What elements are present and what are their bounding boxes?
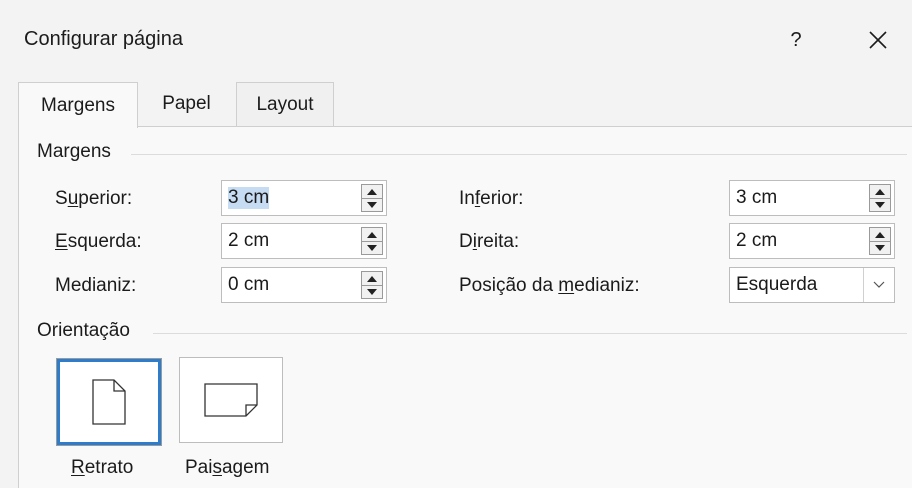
inferior-label: Inferior:	[459, 188, 524, 209]
triangle-down-icon	[875, 244, 885, 251]
help-icon: ?	[790, 28, 802, 51]
tab-panel-margens: Margens Superior: 3 cm Inferior: 3 cm Es…	[18, 126, 912, 488]
chevron-down-icon	[873, 281, 885, 288]
inferior-value[interactable]: 3 cm	[736, 187, 777, 209]
portrait-button[interactable]	[56, 358, 162, 446]
dialog-title: Configurar página	[24, 28, 183, 50]
triangle-down-icon	[367, 201, 377, 208]
direita-value[interactable]: 2 cm	[736, 230, 777, 252]
superior-spinner[interactable]: 3 cm	[221, 180, 387, 216]
superior-increment[interactable]	[362, 185, 382, 199]
medianiz-decrement[interactable]	[362, 285, 382, 298]
esquerda-label: Esquerda:	[55, 231, 142, 252]
medianiz-spin-arrows	[361, 271, 383, 299]
direita-label: Direita:	[459, 231, 520, 252]
direita-increment[interactable]	[870, 228, 890, 242]
superior-value[interactable]: 3 cm	[228, 187, 270, 209]
triangle-up-icon	[875, 188, 885, 195]
close-button[interactable]	[858, 20, 898, 60]
esquerda-value[interactable]: 2 cm	[228, 230, 269, 252]
medianiz-value[interactable]: 0 cm	[228, 274, 269, 296]
esquerda-spinner[interactable]: 2 cm	[221, 223, 387, 259]
esquerda-increment[interactable]	[362, 228, 382, 242]
direita-decrement[interactable]	[870, 241, 890, 254]
inferior-increment[interactable]	[870, 185, 890, 199]
portrait-label: Retrato	[71, 457, 134, 478]
landscape-button[interactable]	[179, 357, 283, 443]
orientation-group-divider	[153, 333, 907, 334]
triangle-up-icon	[367, 275, 377, 282]
margins-group-label: Margens	[37, 141, 111, 162]
superior-label: Superior:	[55, 188, 133, 209]
triangle-down-icon	[875, 201, 885, 208]
direita-spin-arrows	[869, 227, 891, 255]
medianiz-increment[interactable]	[362, 272, 382, 286]
inferior-decrement[interactable]	[870, 198, 890, 211]
tab-margens[interactable]: Margens	[18, 82, 138, 128]
esquerda-decrement[interactable]	[362, 241, 382, 254]
triangle-up-icon	[875, 231, 885, 238]
medianiz-label: Medianiz:	[55, 275, 137, 296]
medianiz-spinner[interactable]: 0 cm	[221, 267, 387, 303]
tab-layout[interactable]: Layout	[236, 82, 334, 126]
triangle-down-icon	[367, 288, 377, 295]
landscape-page-icon	[204, 383, 258, 417]
superior-spin-arrows	[361, 184, 383, 212]
dropdown-button[interactable]	[863, 268, 894, 302]
triangle-down-icon	[367, 244, 377, 251]
landscape-label: Paisagem	[185, 457, 270, 478]
inferior-spinner[interactable]: 3 cm	[729, 180, 895, 216]
triangle-up-icon	[367, 188, 377, 195]
title-bar: Configurar página ?	[0, 0, 912, 78]
posicao-medianiz-label: Posição da medianiz:	[459, 275, 640, 296]
esquerda-spin-arrows	[361, 227, 383, 255]
direita-spinner[interactable]: 2 cm	[729, 223, 895, 259]
help-button[interactable]: ?	[776, 20, 816, 60]
close-icon	[869, 31, 887, 49]
portrait-page-icon	[92, 379, 126, 425]
inferior-spin-arrows	[869, 184, 891, 212]
posicao-medianiz-select[interactable]: Esquerda	[729, 267, 895, 303]
posicao-medianiz-value: Esquerda	[736, 274, 818, 295]
tab-papel[interactable]: Papel	[137, 82, 236, 126]
superior-decrement[interactable]	[362, 198, 382, 211]
orientation-group-label: Orientação	[37, 320, 130, 341]
margins-group-divider	[131, 154, 907, 155]
triangle-up-icon	[367, 231, 377, 238]
